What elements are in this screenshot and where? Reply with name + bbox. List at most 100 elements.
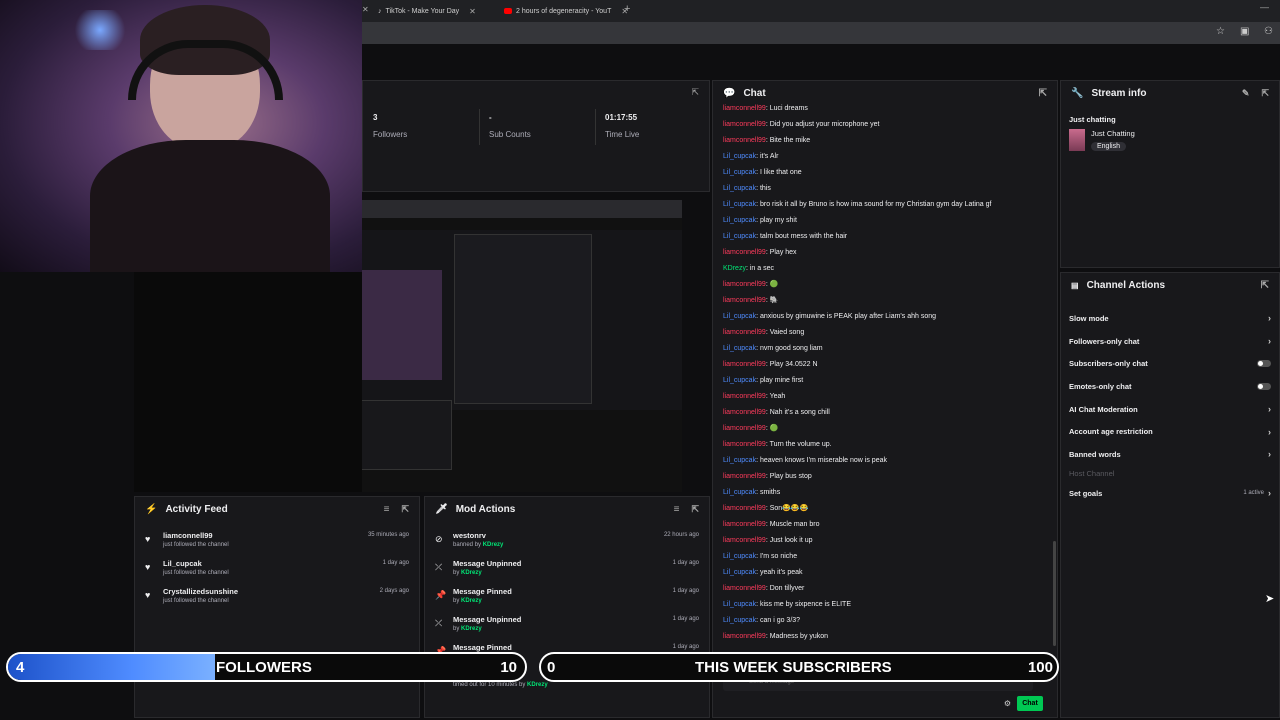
chat-username[interactable]: liamconnell99 <box>723 137 766 144</box>
send-label: Chat <box>1022 700 1038 707</box>
shield-icon: ▤ <box>1071 280 1079 290</box>
chat-username[interactable]: liamconnell99 <box>723 409 766 416</box>
mod-action-by[interactable]: KDrezy <box>461 598 482 604</box>
mod-action-title: Message Unpinned <box>453 559 522 568</box>
chat-username[interactable]: Lil_cupcak <box>723 457 756 464</box>
chat-text: Just look it up <box>769 537 813 544</box>
chat-message: liamconnell99: 🟢 <box>723 421 1049 437</box>
chevron-right-icon: › <box>1268 426 1271 437</box>
chat-username[interactable]: liamconnell99 <box>723 329 766 336</box>
chat-message: Lil_cupcak: heaven knows I'm miserable n… <box>723 453 1049 469</box>
channel-action-slow-mode[interactable]: Slow mode › <box>1061 307 1279 330</box>
mod-action-by[interactable]: KDrezy <box>461 626 482 632</box>
chat-username[interactable]: Lil_cupcak <box>723 489 756 496</box>
chat-username[interactable]: liamconnell99 <box>723 473 766 480</box>
mod-action-title: westonrv <box>453 531 486 540</box>
chat-username[interactable]: liamconnell99 <box>723 425 766 432</box>
channel-action-ai-chat-moderation[interactable]: AI Chat Moderation › <box>1061 398 1279 421</box>
chat-send-button[interactable]: Chat <box>1017 696 1043 711</box>
chat-text: this <box>759 185 771 192</box>
chat-scrollbar[interactable] <box>1053 541 1056 646</box>
goal-label: FOLLOWERS <box>216 658 312 676</box>
chat-username[interactable]: liamconnell99 <box>723 441 766 448</box>
chat-username[interactable]: Lil_cupcak <box>723 569 756 576</box>
activity-feed-panel: ⚡ Activity Feed ≡ ⇱ ♥ liamconnell99 just f… <box>134 496 420 718</box>
popout-icon[interactable]: ⇱ <box>401 504 409 515</box>
mod-action-by[interactable]: KDrezy <box>527 682 548 688</box>
filter-icon[interactable]: ≡ <box>674 504 680 515</box>
chat-username[interactable]: liamconnell99 <box>723 281 766 288</box>
chat-username[interactable]: KDrezy <box>723 265 746 272</box>
profile-icon[interactable]: ⚇ <box>1264 26 1273 37</box>
heart-icon: ♥ <box>145 534 151 544</box>
chat-username[interactable]: liamconnell99 <box>723 537 766 544</box>
channel-action-account-age-restriction[interactable]: Account age restriction › <box>1061 420 1279 443</box>
channel-action-emotes-only-chat[interactable]: Emotes-only chat <box>1061 375 1279 398</box>
chat-username[interactable]: Lil_cupcak <box>723 169 756 176</box>
chevron-right-icon: › <box>1268 488 1271 499</box>
browser-tab-youtube[interactable]: 2 hours of degeneracity - YouT ✕ <box>504 3 654 19</box>
divider <box>479 109 480 145</box>
channel-action-subscribers-only-chat[interactable]: Subscribers-only chat <box>1061 352 1279 375</box>
popout-icon[interactable]: ⇱ <box>691 504 699 515</box>
popout-icon[interactable]: ⇱ <box>1261 280 1269 291</box>
close-tab-icon[interactable]: ✕ <box>469 7 476 16</box>
bookmark-star-icon[interactable]: ☆ <box>1216 26 1225 37</box>
settings-gear-icon[interactable]: ⚙ <box>1004 699 1011 708</box>
chat-text: talm bout mess with the hair <box>759 233 848 240</box>
chat-username[interactable]: liamconnell99 <box>723 297 766 304</box>
activity-user[interactable]: Crystallizedsunshine <box>163 587 238 596</box>
chat-text: yeah it's peak <box>759 569 803 576</box>
popout-icon[interactable]: ⇱ <box>1261 88 1269 99</box>
webcam-backlight <box>70 10 130 50</box>
browser-tab-tiktok[interactable]: ♪ TikTok - Make Your Day ✕ <box>378 3 508 19</box>
popout-icon[interactable]: ⇱ <box>1039 88 1047 99</box>
chat-username[interactable]: liamconnell99 <box>723 505 766 512</box>
chat-username[interactable]: liamconnell99 <box>723 521 766 528</box>
chat-username[interactable]: liamconnell99 <box>723 105 766 112</box>
close-tab-icon[interactable]: ✕ <box>362 5 369 14</box>
activity-user[interactable]: liamconnell99 <box>163 531 229 540</box>
mod-action-by[interactable]: KDrezy <box>461 570 482 576</box>
chat-username[interactable]: Lil_cupcak <box>723 553 756 560</box>
chat-username[interactable]: Lil_cupcak <box>723 233 756 240</box>
chevron-right-icon: › <box>1268 404 1271 415</box>
chat-username[interactable]: Lil_cupcak <box>723 601 756 608</box>
chat-username[interactable]: Lil_cupcak <box>723 185 756 192</box>
chat-username[interactable]: liamconnell99 <box>723 585 766 592</box>
chat-username[interactable]: liamconnell99 <box>723 393 766 400</box>
toggle-switch[interactable] <box>1257 360 1271 368</box>
chat-username[interactable]: Lil_cupcak <box>723 617 756 624</box>
chat-username[interactable]: Lil_cupcak <box>723 217 756 224</box>
preview-inner-webcam <box>362 270 442 380</box>
channel-action-followers-only-chat[interactable]: Followers-only chat › <box>1061 330 1279 353</box>
channel-action-label: Followers-only chat <box>1069 336 1140 346</box>
preview-inner-chat <box>454 234 592 404</box>
chat-bubble-icon: 💬 <box>723 87 736 99</box>
stream-info-panel: 🔧 Stream info ✎ ⇱ Just chatting Just Cha… <box>1060 80 1280 268</box>
chat-text: I like that one <box>759 169 802 176</box>
chat-username[interactable]: liamconnell99 <box>723 121 766 128</box>
edit-pencil-icon[interactable]: ✎ <box>1242 88 1250 99</box>
chat-username[interactable]: liamconnell99 <box>723 633 766 640</box>
extensions-icon[interactable]: ▣ <box>1240 26 1249 37</box>
minimize-icon[interactable]: — <box>1260 2 1269 12</box>
filter-icon[interactable]: ≡ <box>384 504 390 515</box>
chat-message: liamconnell99: Play hex <box>723 245 1049 261</box>
chat-username[interactable]: Lil_cupcak <box>723 377 756 384</box>
chat-message: Lil_cupcak: this <box>723 181 1049 197</box>
mod-action-by[interactable]: KDrezy <box>483 542 504 548</box>
channel-action-banned-words[interactable]: Banned words › <box>1061 443 1279 466</box>
chat-username[interactable]: liamconnell99 <box>723 249 766 256</box>
popout-icon[interactable]: ⇱ <box>691 87 699 98</box>
chat-username[interactable]: Lil_cupcak <box>723 313 756 320</box>
channel-action-set-goals[interactable]: Set goals 1 active › <box>1061 482 1279 505</box>
chat-username[interactable]: Lil_cupcak <box>723 345 756 352</box>
new-tab-icon[interactable]: + <box>624 3 630 15</box>
chat-username[interactable]: liamconnell99 <box>723 361 766 368</box>
chat-username[interactable]: Lil_cupcak <box>723 153 756 160</box>
chat-message: liamconnell99: 🟢 <box>723 277 1049 293</box>
chat-username[interactable]: Lil_cupcak <box>723 201 756 208</box>
activity-user[interactable]: Lil_cupcak <box>163 559 229 568</box>
toggle-switch[interactable] <box>1257 382 1271 390</box>
